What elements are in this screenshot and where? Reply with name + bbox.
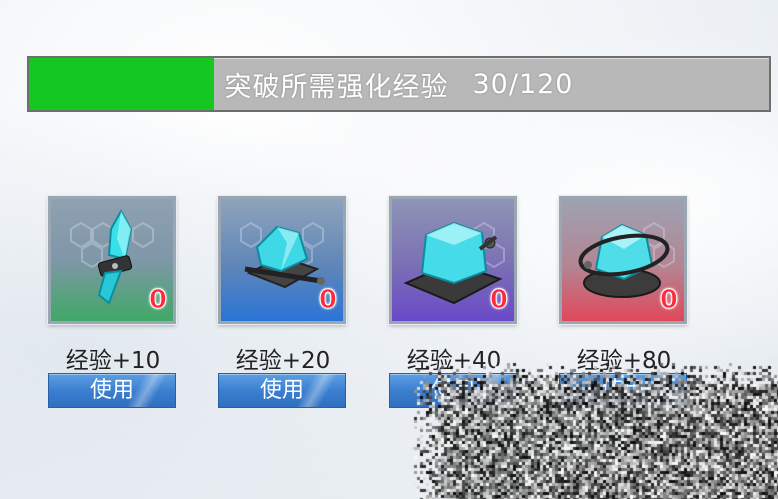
item-count: 0 (659, 285, 678, 316)
item-slot[interactable]: 0 (559, 196, 687, 324)
item-count: 0 (318, 285, 337, 316)
item-count: 0 (148, 285, 167, 316)
item-slot[interactable]: 0 (218, 196, 346, 324)
breakthrough-exp-progress-bar: 突破所需强化经验 30/120 (27, 56, 771, 112)
progress-value: 30/120 (472, 68, 574, 100)
use-button[interactable]: 使用 (218, 373, 346, 408)
item-slot[interactable]: 0 (389, 196, 517, 324)
item-count: 0 (489, 285, 508, 316)
item-slot[interactable]: 0 (48, 196, 176, 324)
use-button[interactable]: 使用 (48, 373, 176, 408)
progress-label: 突破所需强化经验 (224, 71, 449, 103)
exp-label: 经验+20 (235, 348, 331, 374)
noise-overlay (408, 360, 778, 499)
progress-text: 突破所需强化经验 30/120 (29, 58, 769, 110)
exp-label: 经验+10 (65, 348, 161, 374)
